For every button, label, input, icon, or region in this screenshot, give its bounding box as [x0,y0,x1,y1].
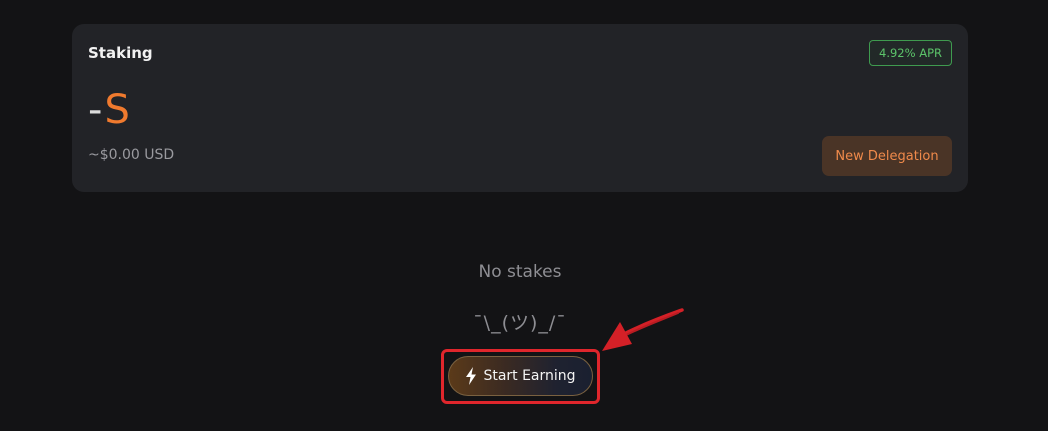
staking-page: Staking 4.92% APR -S ~$0.00 USD New Dele… [0,0,1048,431]
card-title: Staking [88,44,153,62]
balance-value: - [88,87,105,133]
new-delegation-button[interactable]: New Delegation [822,136,952,176]
shrug-emoticon: ¯\_(ツ)_/¯ [473,312,567,334]
token-symbol: S [104,87,132,133]
start-earning-label: Start Earning [483,368,576,384]
red-arrow-icon [602,308,684,351]
staking-card: Staking 4.92% APR -S ~$0.00 USD New Dele… [72,24,968,192]
staked-balance: -S [88,88,132,132]
lightning-bolt-icon [466,367,477,385]
start-earning-button[interactable]: Start Earning [448,356,593,396]
no-stakes-message: No stakes [478,262,562,282]
usd-value: ~$0.00 USD [88,147,175,163]
apr-badge: 4.92% APR [869,40,952,66]
